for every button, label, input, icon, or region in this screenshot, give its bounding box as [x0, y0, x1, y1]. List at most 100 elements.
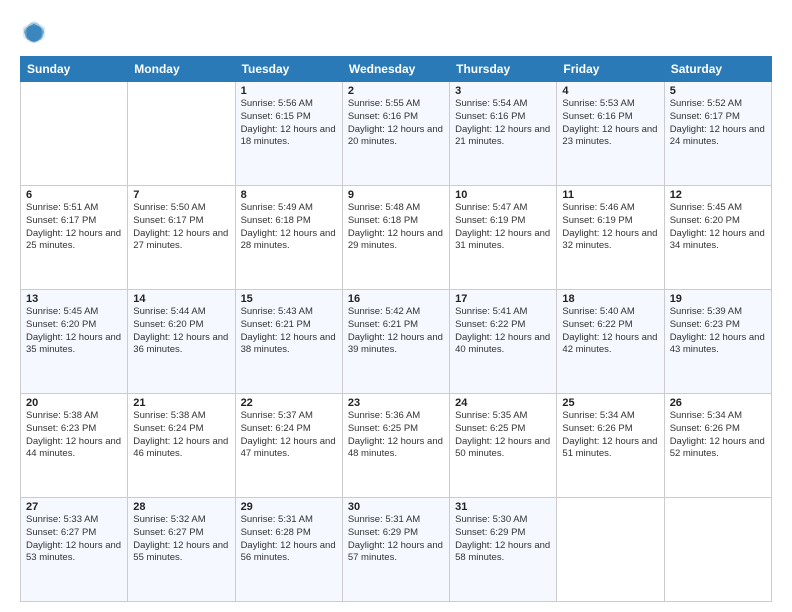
calendar-day-cell [128, 82, 235, 186]
day-number: 16 [348, 293, 444, 305]
day-of-week-header: Wednesday [342, 57, 449, 82]
day-of-week-header: Monday [128, 57, 235, 82]
calendar-day-cell: 24Sunrise: 5:35 AM Sunset: 6:25 PM Dayli… [450, 394, 557, 498]
calendar-day-cell: 9Sunrise: 5:48 AM Sunset: 6:18 PM Daylig… [342, 186, 449, 290]
day-number: 22 [241, 397, 337, 409]
calendar-day-cell: 13Sunrise: 5:45 AM Sunset: 6:20 PM Dayli… [21, 290, 128, 394]
day-number: 15 [241, 293, 337, 305]
day-of-week-header: Thursday [450, 57, 557, 82]
day-number: 10 [455, 189, 551, 201]
calendar-day-cell: 11Sunrise: 5:46 AM Sunset: 6:19 PM Dayli… [557, 186, 664, 290]
day-info: Sunrise: 5:43 AM Sunset: 6:21 PM Dayligh… [241, 306, 337, 357]
day-info: Sunrise: 5:38 AM Sunset: 6:24 PM Dayligh… [133, 410, 229, 461]
day-info: Sunrise: 5:44 AM Sunset: 6:20 PM Dayligh… [133, 306, 229, 357]
day-number: 19 [670, 293, 766, 305]
day-info: Sunrise: 5:33 AM Sunset: 6:27 PM Dayligh… [26, 514, 122, 565]
calendar-day-cell [557, 498, 664, 602]
calendar-day-cell: 29Sunrise: 5:31 AM Sunset: 6:28 PM Dayli… [235, 498, 342, 602]
calendar-day-cell: 28Sunrise: 5:32 AM Sunset: 6:27 PM Dayli… [128, 498, 235, 602]
day-info: Sunrise: 5:45 AM Sunset: 6:20 PM Dayligh… [26, 306, 122, 357]
day-info: Sunrise: 5:37 AM Sunset: 6:24 PM Dayligh… [241, 410, 337, 461]
day-number: 29 [241, 501, 337, 513]
day-number: 28 [133, 501, 229, 513]
day-info: Sunrise: 5:51 AM Sunset: 6:17 PM Dayligh… [26, 202, 122, 253]
day-info: Sunrise: 5:50 AM Sunset: 6:17 PM Dayligh… [133, 202, 229, 253]
day-number: 20 [26, 397, 122, 409]
day-info: Sunrise: 5:53 AM Sunset: 6:16 PM Dayligh… [562, 98, 658, 149]
day-number: 3 [455, 85, 551, 97]
day-info: Sunrise: 5:34 AM Sunset: 6:26 PM Dayligh… [562, 410, 658, 461]
day-number: 9 [348, 189, 444, 201]
day-of-week-header: Saturday [664, 57, 771, 82]
calendar-day-cell: 6Sunrise: 5:51 AM Sunset: 6:17 PM Daylig… [21, 186, 128, 290]
calendar-week-row: 20Sunrise: 5:38 AM Sunset: 6:23 PM Dayli… [21, 394, 772, 498]
calendar-day-cell: 2Sunrise: 5:55 AM Sunset: 6:16 PM Daylig… [342, 82, 449, 186]
day-number: 12 [670, 189, 766, 201]
day-info: Sunrise: 5:47 AM Sunset: 6:19 PM Dayligh… [455, 202, 551, 253]
calendar-day-cell: 15Sunrise: 5:43 AM Sunset: 6:21 PM Dayli… [235, 290, 342, 394]
calendar-week-row: 13Sunrise: 5:45 AM Sunset: 6:20 PM Dayli… [21, 290, 772, 394]
day-info: Sunrise: 5:30 AM Sunset: 6:29 PM Dayligh… [455, 514, 551, 565]
calendar-day-cell: 18Sunrise: 5:40 AM Sunset: 6:22 PM Dayli… [557, 290, 664, 394]
day-number: 21 [133, 397, 229, 409]
day-info: Sunrise: 5:54 AM Sunset: 6:16 PM Dayligh… [455, 98, 551, 149]
logo [20, 18, 52, 46]
day-number: 14 [133, 293, 229, 305]
day-info: Sunrise: 5:40 AM Sunset: 6:22 PM Dayligh… [562, 306, 658, 357]
calendar-day-cell: 26Sunrise: 5:34 AM Sunset: 6:26 PM Dayli… [664, 394, 771, 498]
calendar-table: SundayMondayTuesdayWednesdayThursdayFrid… [20, 56, 772, 602]
day-info: Sunrise: 5:31 AM Sunset: 6:29 PM Dayligh… [348, 514, 444, 565]
calendar-day-cell: 19Sunrise: 5:39 AM Sunset: 6:23 PM Dayli… [664, 290, 771, 394]
calendar-day-cell: 12Sunrise: 5:45 AM Sunset: 6:20 PM Dayli… [664, 186, 771, 290]
page: SundayMondayTuesdayWednesdayThursdayFrid… [0, 0, 792, 612]
calendar-day-cell: 31Sunrise: 5:30 AM Sunset: 6:29 PM Dayli… [450, 498, 557, 602]
calendar-day-cell: 16Sunrise: 5:42 AM Sunset: 6:21 PM Dayli… [342, 290, 449, 394]
calendar-day-cell: 1Sunrise: 5:56 AM Sunset: 6:15 PM Daylig… [235, 82, 342, 186]
calendar-week-row: 27Sunrise: 5:33 AM Sunset: 6:27 PM Dayli… [21, 498, 772, 602]
day-number: 31 [455, 501, 551, 513]
day-of-week-header: Friday [557, 57, 664, 82]
calendar-day-cell: 5Sunrise: 5:52 AM Sunset: 6:17 PM Daylig… [664, 82, 771, 186]
day-of-week-header: Sunday [21, 57, 128, 82]
calendar-day-cell: 21Sunrise: 5:38 AM Sunset: 6:24 PM Dayli… [128, 394, 235, 498]
day-of-week-header: Tuesday [235, 57, 342, 82]
calendar-day-cell: 14Sunrise: 5:44 AM Sunset: 6:20 PM Dayli… [128, 290, 235, 394]
day-number: 4 [562, 85, 658, 97]
logo-icon [20, 18, 48, 46]
day-number: 25 [562, 397, 658, 409]
day-info: Sunrise: 5:39 AM Sunset: 6:23 PM Dayligh… [670, 306, 766, 357]
calendar-day-cell: 10Sunrise: 5:47 AM Sunset: 6:19 PM Dayli… [450, 186, 557, 290]
day-number: 6 [26, 189, 122, 201]
day-number: 8 [241, 189, 337, 201]
day-info: Sunrise: 5:56 AM Sunset: 6:15 PM Dayligh… [241, 98, 337, 149]
day-info: Sunrise: 5:41 AM Sunset: 6:22 PM Dayligh… [455, 306, 551, 357]
calendar-day-cell: 8Sunrise: 5:49 AM Sunset: 6:18 PM Daylig… [235, 186, 342, 290]
calendar-day-cell: 7Sunrise: 5:50 AM Sunset: 6:17 PM Daylig… [128, 186, 235, 290]
day-info: Sunrise: 5:49 AM Sunset: 6:18 PM Dayligh… [241, 202, 337, 253]
calendar-day-cell [664, 498, 771, 602]
day-number: 11 [562, 189, 658, 201]
day-number: 24 [455, 397, 551, 409]
day-info: Sunrise: 5:32 AM Sunset: 6:27 PM Dayligh… [133, 514, 229, 565]
calendar-week-row: 1Sunrise: 5:56 AM Sunset: 6:15 PM Daylig… [21, 82, 772, 186]
day-number: 17 [455, 293, 551, 305]
day-number: 5 [670, 85, 766, 97]
day-info: Sunrise: 5:48 AM Sunset: 6:18 PM Dayligh… [348, 202, 444, 253]
day-info: Sunrise: 5:45 AM Sunset: 6:20 PM Dayligh… [670, 202, 766, 253]
calendar-day-cell: 30Sunrise: 5:31 AM Sunset: 6:29 PM Dayli… [342, 498, 449, 602]
header [20, 18, 772, 46]
calendar-header-row: SundayMondayTuesdayWednesdayThursdayFrid… [21, 57, 772, 82]
day-number: 1 [241, 85, 337, 97]
calendar-day-cell: 3Sunrise: 5:54 AM Sunset: 6:16 PM Daylig… [450, 82, 557, 186]
day-info: Sunrise: 5:34 AM Sunset: 6:26 PM Dayligh… [670, 410, 766, 461]
day-number: 2 [348, 85, 444, 97]
calendar-day-cell: 4Sunrise: 5:53 AM Sunset: 6:16 PM Daylig… [557, 82, 664, 186]
calendar-day-cell: 27Sunrise: 5:33 AM Sunset: 6:27 PM Dayli… [21, 498, 128, 602]
day-number: 18 [562, 293, 658, 305]
calendar-day-cell: 17Sunrise: 5:41 AM Sunset: 6:22 PM Dayli… [450, 290, 557, 394]
calendar-week-row: 6Sunrise: 5:51 AM Sunset: 6:17 PM Daylig… [21, 186, 772, 290]
day-number: 27 [26, 501, 122, 513]
calendar-day-cell: 22Sunrise: 5:37 AM Sunset: 6:24 PM Dayli… [235, 394, 342, 498]
day-info: Sunrise: 5:42 AM Sunset: 6:21 PM Dayligh… [348, 306, 444, 357]
day-number: 30 [348, 501, 444, 513]
